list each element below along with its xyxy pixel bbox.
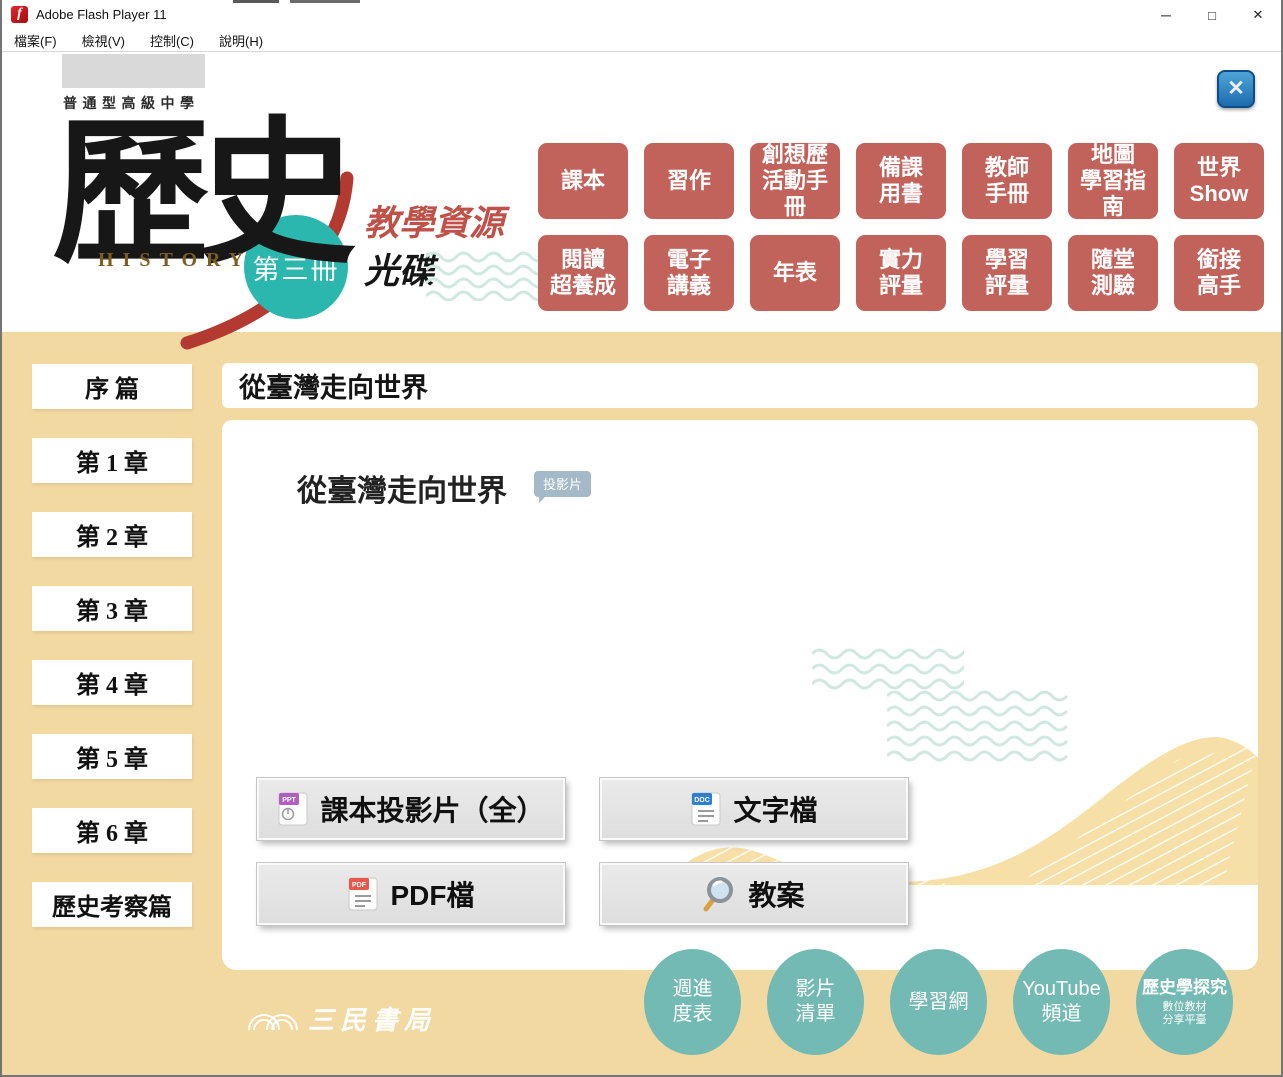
- button-label: 教案: [748, 874, 804, 914]
- nav-button-reading[interactable]: 閱讀 超養成: [538, 235, 628, 311]
- nav-button-chronology[interactable]: 年表: [750, 235, 840, 311]
- header-nav: 課本 習作 創想歷 活動手冊 備課 用書 教師 手冊 地圖 學習指南 世界 Sh…: [538, 143, 1264, 311]
- flash-player-window: f Adobe Flash Player 11 ─ □ ✕ 檔案(F) 檢視(V…: [0, 0, 1283, 1077]
- button-label: 文字檔: [733, 789, 817, 829]
- menu-view[interactable]: 檢視(V): [78, 29, 129, 52]
- menubar: 檔案(F) 檢視(V) 控制(C) 說明(H): [2, 30, 1281, 52]
- menu-file[interactable]: 檔案(F): [10, 29, 61, 52]
- history-inquiry-button[interactable]: 歷史學探究 數位教材 分享平臺: [1136, 949, 1233, 1055]
- video-list-button[interactable]: 影片 清單: [767, 949, 864, 1055]
- wave-decoration: [887, 688, 1074, 764]
- nav-button-activity-manual[interactable]: 創想歷 活動手冊: [750, 143, 840, 219]
- nav-button-textbook[interactable]: 課本: [538, 143, 628, 219]
- sidebar-item-field-study[interactable]: 歷史考察篇: [32, 882, 192, 927]
- button-label: PDF檔: [390, 874, 474, 914]
- button-label: 課本投影片（全）: [320, 789, 544, 829]
- minimize-button[interactable]: ─: [1143, 0, 1189, 30]
- main-area: 序 篇 第 1 章 第 2 章 第 3 章 第 4 章 第 5 章 第 6 章 …: [2, 332, 1281, 1075]
- resource-buttons: PPT 課本投影片（全） DOC 文字檔: [257, 778, 908, 925]
- sidebar-item-ch6[interactable]: 第 6 章: [32, 808, 192, 853]
- sidebar-item-ch2[interactable]: 第 2 章: [32, 512, 192, 557]
- text-file-button[interactable]: DOC 文字檔: [600, 778, 908, 840]
- circle-subtitle: 數位教材 分享平臺: [1163, 1001, 1207, 1027]
- content-heading: 從臺灣走向世界: [297, 466, 507, 510]
- sidebar-item-ch5[interactable]: 第 5 章: [32, 734, 192, 779]
- maximize-button[interactable]: □: [1189, 0, 1235, 30]
- wave-decoration: [812, 646, 964, 692]
- menu-help[interactable]: 說明(H): [215, 29, 267, 52]
- svg-text:DOC: DOC: [695, 797, 711, 804]
- nav-button-teacher-manual[interactable]: 教師 手冊: [962, 143, 1052, 219]
- sidebar-item-ch4[interactable]: 第 4 章: [32, 660, 192, 705]
- nav-button-world-show[interactable]: 世界 Show: [1174, 143, 1264, 219]
- slides-all-button[interactable]: PPT 課本投影片（全）: [257, 778, 565, 840]
- svg-text:PDF: PDF: [352, 882, 367, 889]
- nav-button-e-lecture[interactable]: 電子 講義: [644, 235, 734, 311]
- window-controls: ─ □ ✕: [1143, 0, 1281, 30]
- publisher-logo-placeholder: [62, 54, 205, 88]
- background-artifact: [290, 0, 360, 3]
- tagline-resource: 教學資源: [364, 195, 504, 246]
- circle-title: 歷史學探究: [1142, 977, 1227, 998]
- flash-player-icon: f: [11, 6, 28, 23]
- close-app-button[interactable]: ✕: [1217, 70, 1255, 108]
- sidebar-item-ch3[interactable]: 第 3 章: [32, 586, 192, 631]
- publisher-name: 三民書局: [308, 1000, 436, 1037]
- nav-button-workbook[interactable]: 習作: [644, 143, 734, 219]
- footer-links: 週進 度表 影片 清單 學習網 YouTube 頻道 歷史學探究 數位教材 分享…: [644, 949, 1233, 1055]
- pdf-file-icon: PDF: [347, 876, 379, 912]
- nav-button-bridging[interactable]: 銜接 高手: [1174, 235, 1264, 311]
- nav-button-map-guide[interactable]: 地圖 學習指南: [1068, 143, 1158, 219]
- tagline-disc: 光碟: [364, 243, 434, 294]
- youtube-channel-button[interactable]: YouTube 頻道: [1013, 949, 1110, 1055]
- ppt-file-icon: PPT: [277, 791, 309, 827]
- publisher-logo: 三民書局: [247, 1000, 436, 1037]
- section-title-bar: 從臺灣走向世界: [222, 363, 1258, 408]
- publisher-arches-icon: [247, 1006, 299, 1032]
- nav-button-lesson-prep[interactable]: 備課 用書: [856, 143, 946, 219]
- app-title-english: HISTORY: [98, 249, 252, 272]
- nav-button-learning-assessment[interactable]: 學習 評量: [962, 235, 1052, 311]
- window-titlebar: f Adobe Flash Player 11 ─ □ ✕: [2, 0, 1281, 30]
- pdf-file-button[interactable]: PDF PDF檔: [257, 863, 565, 925]
- weekly-schedule-button[interactable]: 週進 度表: [644, 949, 741, 1055]
- sidebar-item-ch1[interactable]: 第 1 章: [32, 438, 192, 483]
- app-header: 普通型高級中學 歷史 HISTORY 第三冊 教學資源 光碟 ✕ 課本 習作 創…: [2, 53, 1281, 332]
- nav-button-quiz[interactable]: 隨堂 測驗: [1068, 235, 1158, 311]
- learning-web-button[interactable]: 學習網: [890, 949, 987, 1055]
- lesson-plan-button[interactable]: 教案: [600, 863, 908, 925]
- close-window-button[interactable]: ✕: [1235, 0, 1281, 30]
- magnifier-icon: [703, 876, 737, 912]
- window-title: Adobe Flash Player 11: [36, 7, 167, 22]
- content-panel: 從臺灣走向世界 投影片 PPT 課本投影片（全）: [222, 420, 1258, 970]
- nav-button-ability-assessment[interactable]: 實力 評量: [856, 235, 946, 311]
- wave-decoration: [426, 251, 544, 301]
- doc-file-icon: DOC: [690, 791, 722, 827]
- chapter-sidebar: 序 篇 第 1 章 第 2 章 第 3 章 第 4 章 第 5 章 第 6 章 …: [32, 364, 192, 927]
- svg-text:PPT: PPT: [283, 797, 297, 804]
- menu-control[interactable]: 控制(C): [146, 29, 198, 52]
- slide-tag: 投影片: [534, 471, 591, 497]
- background-artifact: [233, 0, 279, 3]
